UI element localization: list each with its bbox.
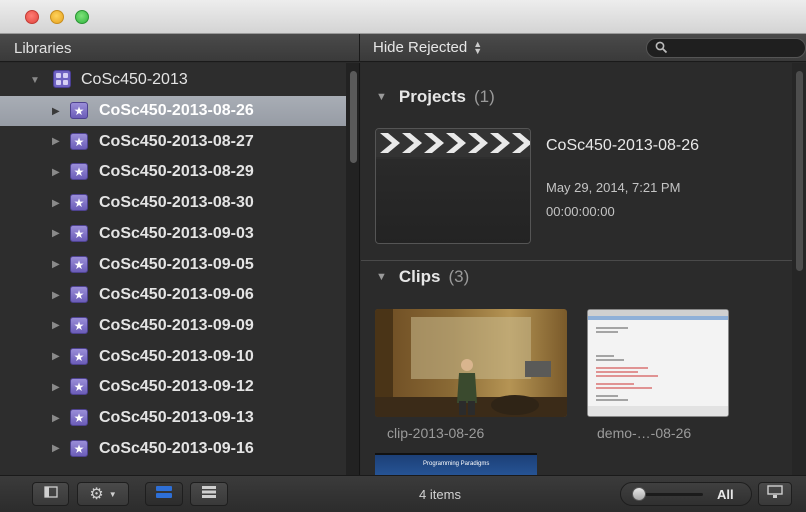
browser-panel: ▼ Projects (1) CoSc450-2013-08-26 May 29… bbox=[361, 63, 792, 475]
clips-label: Clips bbox=[398, 267, 441, 286]
slider-knob[interactable] bbox=[632, 487, 646, 501]
event-label: CoSc450-2013-09-06 bbox=[99, 286, 254, 304]
disclosure-triangle-icon[interactable]: ▶ bbox=[52, 228, 60, 239]
event-star-icon: ★ bbox=[70, 439, 88, 457]
library-name: CoSc450-2013 bbox=[81, 71, 188, 88]
event-label: CoSc450-2013-09-10 bbox=[99, 347, 254, 365]
sidebar-event-item[interactable]: ▶ ★ CoSc450-2013-09-09 bbox=[0, 311, 346, 341]
disclosure-triangle-icon[interactable]: ▶ bbox=[52, 382, 60, 393]
event-label: CoSc450-2013-08-27 bbox=[99, 132, 254, 150]
disclosure-triangle-icon[interactable]: ▶ bbox=[52, 259, 60, 270]
event-star-icon: ★ bbox=[70, 163, 88, 181]
clips-section-header[interactable]: ▼ Clips (3) bbox=[376, 267, 469, 287]
disclosure-triangle-icon[interactable]: ▶ bbox=[52, 320, 60, 331]
sidebar-event-item[interactable]: ▶ ★ CoSc450-2013-09-03 bbox=[0, 219, 346, 249]
event-star-icon: ★ bbox=[70, 378, 88, 396]
sidebar-event-item[interactable]: ▶ ★ CoSc450-2013-09-10 bbox=[0, 342, 346, 372]
clip-appearance-button[interactable] bbox=[758, 482, 792, 506]
disclosure-triangle-icon[interactable]: ▼ bbox=[376, 271, 387, 283]
library-row[interactable]: ▼ CoSc450-2013 bbox=[0, 65, 346, 95]
project-title[interactable]: CoSc450-2013-08-26 bbox=[546, 137, 699, 155]
sidebar-event-item[interactable]: ▶ ★ CoSc450-2013-09-06 bbox=[0, 280, 346, 310]
clips-count: (3) bbox=[448, 267, 470, 286]
disclosure-triangle-icon[interactable]: ▶ bbox=[52, 167, 60, 178]
disclosure-triangle-icon[interactable]: ▶ bbox=[52, 198, 60, 209]
clip-thumbnail[interactable]: Programming Paradigms bbox=[375, 453, 537, 475]
sidebar-event-item[interactable]: ▶ ★ CoSc450-2013-08-29 bbox=[0, 157, 346, 187]
clip-slide-text: Programming Paradigms bbox=[423, 461, 490, 467]
close-button[interactable] bbox=[25, 10, 39, 24]
browser-header: Hide Rejected ▲ ▼ bbox=[360, 34, 806, 62]
disclosure-triangle-icon[interactable]: ▶ bbox=[52, 351, 60, 362]
sidebar-scrollbar[interactable] bbox=[346, 63, 360, 475]
disclosure-triangle-icon[interactable]: ▶ bbox=[52, 290, 60, 301]
disclosure-triangle-icon[interactable]: ▶ bbox=[52, 106, 60, 117]
event-star-icon: ★ bbox=[70, 316, 88, 334]
sidebar-event-item[interactable]: ▶ ★ CoSc450-2013-08-30 bbox=[0, 188, 346, 218]
projects-label: Projects bbox=[398, 87, 466, 106]
clip-thumbnail[interactable] bbox=[587, 309, 729, 417]
libraries-sidebar: ▼ CoSc450-2013 ▶ ★ CoSc450-2013-08-26 ▶ ★ CoS… bbox=[0, 63, 346, 475]
disclosure-triangle-icon[interactable]: ▶ bbox=[52, 136, 60, 147]
popup-arrows-icon: ▲ ▼ bbox=[473, 38, 483, 56]
clapperboard-icon bbox=[376, 129, 530, 157]
event-star-icon: ★ bbox=[70, 132, 88, 150]
clip-name: clip-2013-08-26 bbox=[387, 425, 485, 441]
title-bar[interactable] bbox=[0, 0, 806, 34]
project-duration: 00:00:00:00 bbox=[546, 204, 615, 219]
event-label: CoSc450-2013-09-09 bbox=[99, 316, 254, 334]
event-label: CoSc450-2013-09-16 bbox=[99, 439, 254, 457]
event-star-icon: ★ bbox=[70, 347, 88, 365]
clapperboard-body bbox=[376, 159, 530, 243]
event-label: CoSc450-2013-08-30 bbox=[99, 194, 254, 212]
clip-appearance-icon bbox=[767, 484, 783, 504]
libraries-title: Libraries bbox=[14, 40, 72, 57]
projects-count: (1) bbox=[473, 87, 495, 106]
sidebar-event-item[interactable]: ▶ ★ CoSc450-2013-08-26 bbox=[0, 96, 346, 126]
section-divider bbox=[361, 260, 792, 261]
filter-label: Hide Rejected bbox=[373, 39, 468, 56]
sidebar-event-item[interactable]: ▶ ★ CoSc450-2013-09-05 bbox=[0, 250, 346, 280]
disclosure-triangle-icon[interactable]: ▶ bbox=[52, 413, 60, 424]
event-star-icon: ★ bbox=[70, 409, 88, 426]
event-star-icon: ★ bbox=[70, 286, 88, 304]
event-star-icon: ★ bbox=[70, 224, 88, 242]
project-thumbnail[interactable] bbox=[375, 128, 531, 244]
event-label: CoSc450-2013-09-12 bbox=[99, 378, 254, 396]
browser-scrollbar[interactable] bbox=[792, 63, 806, 475]
event-star-icon: ★ bbox=[70, 255, 88, 273]
sidebar-event-item[interactable]: ▶ ★ CoSc450-2013-09-13 bbox=[0, 403, 346, 433]
library-icon bbox=[53, 70, 71, 88]
search-field[interactable] bbox=[646, 38, 806, 58]
sidebar-event-item[interactable]: ▶ ★ CoSc450-2013-08-27 bbox=[0, 127, 346, 157]
bottom-toolbar: ⚙ ▼ 4 items All bbox=[0, 475, 806, 512]
zoom-window-button[interactable] bbox=[75, 10, 89, 24]
final-cut-window: Libraries Hide Rejected ▲ ▼ ▼ CoSc450-201… bbox=[0, 0, 806, 512]
clip-thumbnail[interactable] bbox=[375, 309, 567, 417]
projects-section-header[interactable]: ▼ Projects (1) bbox=[376, 87, 495, 107]
scrollbar-thumb[interactable] bbox=[796, 71, 803, 271]
disclosure-triangle-icon[interactable]: ▼ bbox=[30, 75, 40, 86]
scrollbar-thumb[interactable] bbox=[350, 71, 357, 163]
disclosure-triangle-icon[interactable]: ▼ bbox=[376, 91, 387, 103]
minimize-button[interactable] bbox=[50, 10, 64, 24]
zoom-all-label[interactable]: All bbox=[717, 487, 734, 502]
sidebar-event-item[interactable]: ▶ ★ CoSc450-2013-09-12 bbox=[0, 372, 346, 402]
event-label: CoSc450-2013-09-03 bbox=[99, 224, 254, 242]
event-star-icon: ★ bbox=[70, 194, 88, 212]
search-icon bbox=[655, 41, 668, 59]
libraries-header: Libraries bbox=[0, 34, 360, 62]
event-label: CoSc450-2013-09-05 bbox=[99, 255, 254, 273]
project-date: May 29, 2014, 7:21 PM bbox=[546, 180, 681, 195]
clip-zoom-slider[interactable]: All bbox=[620, 482, 752, 506]
event-label: CoSc450-2013-08-29 bbox=[99, 163, 254, 181]
sidebar-event-item[interactable]: ▶ ★ CoSc450-2013-09-16 bbox=[0, 434, 346, 464]
event-label: CoSc450-2013-09-13 bbox=[99, 409, 254, 426]
disclosure-triangle-icon[interactable]: ▶ bbox=[52, 443, 60, 454]
event-star-icon: ★ bbox=[70, 102, 88, 119]
filter-popup[interactable]: Hide Rejected ▲ ▼ bbox=[373, 39, 482, 56]
event-label: CoSc450-2013-08-26 bbox=[99, 102, 254, 119]
clip-name: demo-…-08-26 bbox=[597, 425, 692, 441]
